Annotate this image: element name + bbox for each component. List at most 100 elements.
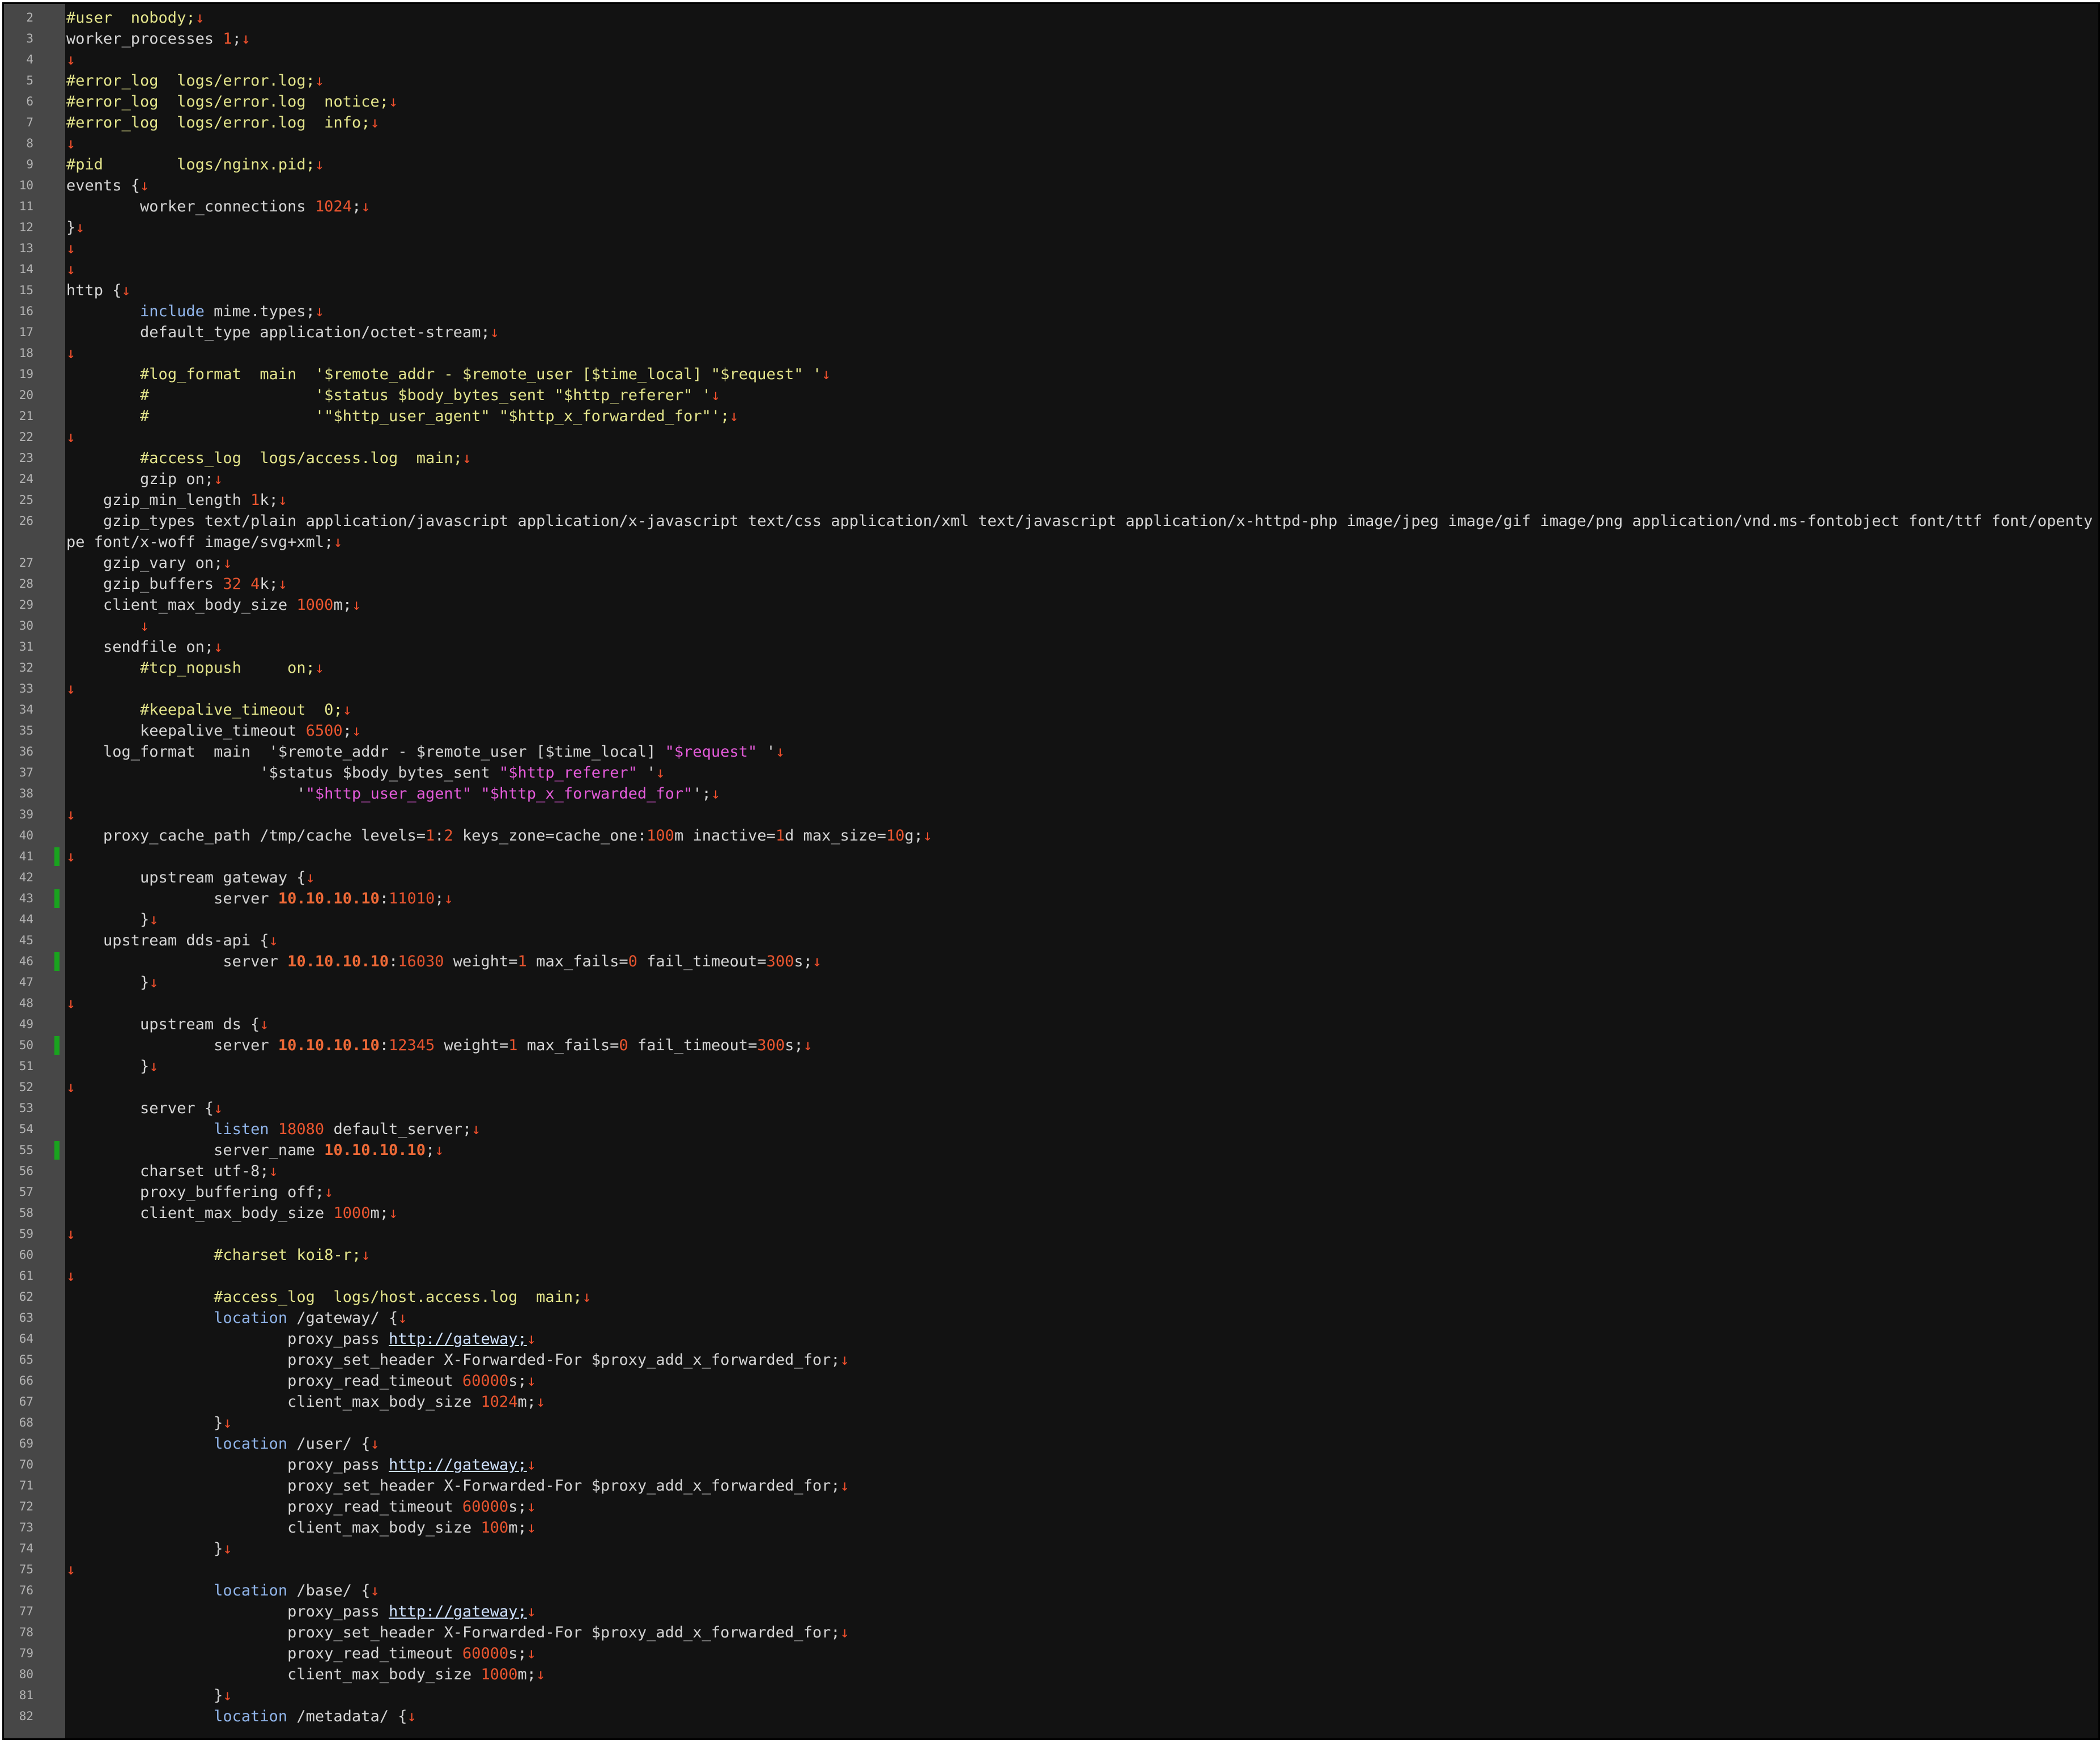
code-token: ; <box>425 1141 435 1159</box>
code-line[interactable]: 39 ↓ <box>4 804 2098 825</box>
code-line[interactable]: 65 proxy_set_header X-Forwarded-For $pro… <box>4 1349 2098 1370</box>
code-line[interactable]: 60 #charset koi8-r;↓ <box>4 1245 2098 1266</box>
code-line[interactable]: 78 proxy_set_header X-Forwarded-For $pro… <box>4 1622 2098 1643</box>
code-line[interactable]: 23 #access_log logs/access.log main;↓ <box>4 448 2098 469</box>
code-line[interactable]: 66 proxy_read_timeout 60000s;↓ <box>4 1370 2098 1391</box>
code-line[interactable]: 18 ↓ <box>4 343 2098 364</box>
code-line[interactable]: 22 ↓ <box>4 427 2098 448</box>
code-line[interactable]: 48 ↓ <box>4 993 2098 1014</box>
code-line[interactable]: 55 server_name 10.10.10.10;↓ <box>4 1140 2098 1161</box>
code-line[interactable]: 10 events {↓ <box>4 175 2098 196</box>
code-line[interactable]: 61 ↓ <box>4 1266 2098 1287</box>
code-line[interactable]: 56 charset utf-8;↓ <box>4 1161 2098 1182</box>
code-line[interactable]: 62 #access_log logs/host.access.log main… <box>4 1287 2098 1308</box>
code-line[interactable]: 76 location /base/ {↓ <box>4 1580 2098 1601</box>
line-text: ↓ <box>66 343 2094 364</box>
code-token: /gateway/ { <box>287 1309 398 1327</box>
line-text: proxy_buffering off;↓ <box>66 1182 2094 1203</box>
code-line[interactable]: 25 gzip_min_length 1k;↓ <box>4 490 2098 511</box>
code-line[interactable]: 37 '$status $body_bytes_sent "$http_refe… <box>4 762 2098 783</box>
code-line[interactable]: 33 ↓ <box>4 678 2098 699</box>
code-line[interactable]: 69 location /user/ {↓ <box>4 1433 2098 1454</box>
code-line[interactable]: 52 ↓ <box>4 1077 2098 1098</box>
code-line[interactable]: 81 }↓ <box>4 1685 2098 1706</box>
code-editor[interactable]: 2 #user nobody;↓ 3 worker_processes 1;↓ 4 ↓ 5 #… <box>2 2 2100 1740</box>
line-text: worker_connections 1024;↓ <box>66 196 2094 217</box>
code-line[interactable]: 79 proxy_read_timeout 60000s;↓ <box>4 1643 2098 1664</box>
code-line[interactable]: 50 server 10.10.10.10:12345 weight=1 max… <box>4 1035 2098 1056</box>
code-line[interactable]: 21 # '"$http_user_agent" "$http_x_forwar… <box>4 406 2098 427</box>
code-line[interactable]: 30 ↓ <box>4 616 2098 636</box>
code-line[interactable]: 53 server {↓ <box>4 1098 2098 1119</box>
code-token: 0 <box>619 1037 628 1054</box>
code-token: } <box>66 911 150 928</box>
code-line[interactable]: 51 }↓ <box>4 1056 2098 1077</box>
code-line[interactable]: 45 upstream dds-api {↓ <box>4 930 2098 951</box>
code-line[interactable]: 82 location /metadata/ {↓ <box>4 1706 2098 1727</box>
code-line[interactable]: 49 upstream ds {↓ <box>4 1014 2098 1035</box>
code-line[interactable]: 27 gzip_vary on;↓ <box>4 553 2098 574</box>
code-line[interactable]: 47 }↓ <box>4 972 2098 993</box>
code-line[interactable]: 59 ↓ <box>4 1224 2098 1245</box>
code-line[interactable]: 5 #error_log logs/error.log;↓ <box>4 70 2098 91</box>
code-line[interactable]: 58 client_max_body_size 1000m;↓ <box>4 1203 2098 1224</box>
code-line[interactable]: 57 proxy_buffering off;↓ <box>4 1182 2098 1203</box>
code-line[interactable]: 43 server 10.10.10.10:11010;↓ <box>4 888 2098 909</box>
code-line[interactable]: 9 #pid logs/nginx.pid;↓ <box>4 154 2098 175</box>
code-line[interactable]: 42 upstream gateway {↓ <box>4 867 2098 888</box>
code-line[interactable]: 54 listen 18080 default_server;↓ <box>4 1119 2098 1140</box>
code-line[interactable]: 75 ↓ <box>4 1559 2098 1580</box>
code-line[interactable]: 28 gzip_buffers 32 4k;↓ <box>4 574 2098 595</box>
code-line[interactable]: 2 #user nobody;↓ <box>4 7 2098 28</box>
code-token: server <box>66 1037 278 1054</box>
link-token[interactable]: http://gateway; <box>389 1603 527 1620</box>
code-line[interactable]: 72 proxy_read_timeout 60000s;↓ <box>4 1496 2098 1517</box>
code-line[interactable]: 46 server 10.10.10.10:16030 weight=1 max… <box>4 951 2098 972</box>
line-number: 6 <box>26 95 33 108</box>
code-line[interactable]: 63 location /gateway/ {↓ <box>4 1308 2098 1329</box>
eol-marker: ↓ <box>223 1687 232 1704</box>
code-line[interactable]: 44 }↓ <box>4 909 2098 930</box>
code-line[interactable]: 13 ↓ <box>4 238 2098 259</box>
code-line[interactable]: 73 client_max_body_size 100m;↓ <box>4 1517 2098 1538</box>
code-line[interactable]: 3 worker_processes 1;↓ <box>4 28 2098 49</box>
code-line[interactable]: 24 gzip on;↓ <box>4 469 2098 490</box>
code-line[interactable]: 29 client_max_body_size 1000m;↓ <box>4 595 2098 616</box>
link-token[interactable]: http://gateway; <box>389 1330 527 1348</box>
code-line[interactable]: 31 sendfile on;↓ <box>4 636 2098 657</box>
code-line[interactable]: 4 ↓ <box>4 49 2098 70</box>
code-line[interactable]: 77 proxy_pass http://gateway;↓ <box>4 1601 2098 1622</box>
code-line[interactable]: 8 ↓ <box>4 133 2098 154</box>
code-line[interactable]: 71 proxy_set_header X-Forwarded-For $pro… <box>4 1475 2098 1496</box>
link-token[interactable]: http://gateway; <box>389 1456 527 1474</box>
code-line[interactable]: 70 proxy_pass http://gateway;↓ <box>4 1454 2098 1475</box>
code-line[interactable]: 67 client_max_body_size 1024m;↓ <box>4 1391 2098 1412</box>
code-line[interactable]: 17 default_type application/octet-stream… <box>4 322 2098 343</box>
code-line[interactable]: 74 }↓ <box>4 1538 2098 1559</box>
code-line[interactable]: 12}↓ <box>4 217 2098 238</box>
code-line[interactable]: 32 #tcp_nopush on;↓ <box>4 657 2098 678</box>
code-line[interactable]: 14 ↓ <box>4 259 2098 280</box>
code-line[interactable]: 20 # '$status $body_bytes_sent "$http_re… <box>4 385 2098 406</box>
code-line[interactable]: 35 keepalive_timeout 6500;↓ <box>4 720 2098 741</box>
eol-marker: ↓ <box>314 659 325 677</box>
line-number: 60 <box>19 1248 33 1262</box>
code-line[interactable]: 41 ↓ <box>4 846 2098 867</box>
code-line[interactable]: 11 worker_connections 1024;↓ <box>4 196 2098 217</box>
code-line[interactable]: 40 proxy_cache_path /tmp/cache levels=1:… <box>4 825 2098 846</box>
code-line[interactable]: 64 proxy_pass http://gateway;↓ <box>4 1329 2098 1349</box>
code-line[interactable]: 15 http {↓ <box>4 280 2098 301</box>
code-line[interactable]: 68 }↓ <box>4 1412 2098 1433</box>
code-line[interactable]: 7 #error_log logs/error.log info;↓ <box>4 112 2098 133</box>
code-line[interactable]: 80 client_max_body_size 1000m;↓ <box>4 1664 2098 1685</box>
code-line[interactable]: 34 #keepalive_timeout 0;↓ <box>4 699 2098 720</box>
code-line[interactable]: 19 #log_format main '$remote_addr - $rem… <box>4 364 2098 385</box>
code-area[interactable]: 2 #user nobody;↓ 3 worker_processes 1;↓ 4 ↓ 5 #… <box>4 7 2098 1727</box>
code-line[interactable]: 16 include mime.types;↓ <box>4 301 2098 322</box>
line-text: worker_processes 1;↓ <box>66 28 2094 49</box>
code-line[interactable]: 6 #error_log logs/error.log notice;↓ <box>4 91 2098 112</box>
code-line[interactable]: 36 log_format main '$remote_addr - $remo… <box>4 741 2098 762</box>
code-line[interactable]: 38 '"$http_user_agent" "$http_x_forwarde… <box>4 783 2098 804</box>
code-line[interactable]: 26 gzip_types text/plain application/jav… <box>4 511 2098 553</box>
